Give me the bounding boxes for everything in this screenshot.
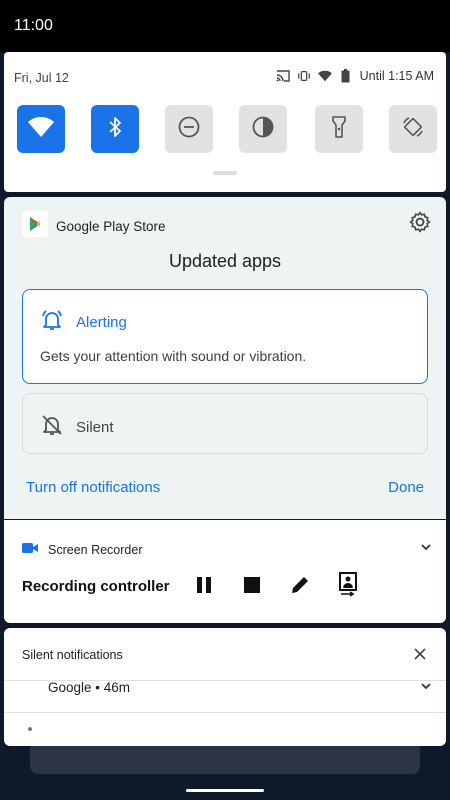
app-name: Google Play Store <box>56 219 166 234</box>
status-time: 11:00 <box>14 17 53 34</box>
channel-title: Updated apps <box>168 251 282 271</box>
dot-icon <box>28 727 32 731</box>
bell-off-icon <box>40 413 64 442</box>
alerting-option[interactable]: Alerting Gets your attention with sound … <box>22 289 428 384</box>
silent-label: Silent <box>76 419 114 436</box>
recorder-app-name: Screen Recorder <box>48 543 143 557</box>
tile-bluetooth[interactable] <box>91 105 139 153</box>
app-header: Google Play Store <box>22 211 166 242</box>
notification-channel-card: Google Play Store Updated apps Alerting … <box>4 197 446 519</box>
qs-status-icons: Until 1:15 AM <box>276 69 434 83</box>
bell-ringing-icon <box>40 308 64 337</box>
tile-flashlight[interactable] <box>315 105 363 153</box>
recorder-header: Screen Recorder <box>22 541 143 559</box>
cast-icon <box>276 69 290 83</box>
screen-share-icon <box>339 571 357 603</box>
recorder-actions <box>180 571 372 603</box>
quick-settings-tiles <box>17 105 437 153</box>
play-store-icon <box>22 211 48 242</box>
alerting-description: Gets your attention with sound or vibrat… <box>40 348 307 364</box>
done-button[interactable]: Done <box>388 479 424 496</box>
recorder-title: Recording controller <box>22 578 170 595</box>
silent-option[interactable]: Silent <box>22 393 428 454</box>
stop-button[interactable] <box>228 572 276 602</box>
tile-invert-colors[interactable] <box>239 105 287 153</box>
vibrate-icon <box>297 69 311 83</box>
silent-header: Silent <box>40 413 114 442</box>
status-bar: 11:00 <box>0 0 450 52</box>
alerting-label: Alerting <box>76 314 127 331</box>
turn-off-notifications-button[interactable]: Turn off notifications <box>26 479 160 496</box>
qs-drag-handle[interactable] <box>213 171 237 175</box>
quick-settings-panel: Fri, Jul 12 Until 1:15 AM <box>4 52 446 192</box>
screen-recorder-notification[interactable]: Screen Recorder Recording controller <box>4 520 446 623</box>
wifi-icon <box>28 116 54 142</box>
gesture-nav-handle[interactable] <box>186 789 264 792</box>
gear-icon[interactable] <box>408 210 432 239</box>
silent-notifications-card: Silent notifications Google • 46m <box>4 628 446 746</box>
screen-share-button[interactable] <box>324 571 372 603</box>
wifi-status-icon <box>317 69 332 83</box>
flashlight-icon <box>332 115 346 143</box>
battery-text: Until 1:15 AM <box>359 69 434 83</box>
alerting-header: Alerting <box>40 308 127 337</box>
pause-icon <box>195 576 213 599</box>
bluetooth-icon <box>108 116 122 143</box>
close-icon[interactable] <box>414 647 426 665</box>
auto-rotate-icon <box>402 116 424 143</box>
do-not-disturb-icon <box>178 116 200 143</box>
tile-wifi[interactable] <box>17 105 65 153</box>
divider <box>4 712 446 713</box>
edit-icon <box>289 574 311 601</box>
silent-notifications-header: Silent notifications <box>22 648 123 662</box>
pause-button[interactable] <box>180 572 228 602</box>
videocam-icon <box>22 541 38 559</box>
stop-icon <box>244 576 260 598</box>
tile-do-not-disturb[interactable] <box>165 105 213 153</box>
chevron-down-icon[interactable] <box>420 679 432 697</box>
chevron-down-icon[interactable] <box>420 540 432 558</box>
battery-icon <box>339 69 353 83</box>
qs-date[interactable]: Fri, Jul 12 <box>14 71 69 85</box>
background-widget <box>30 746 420 774</box>
silent-notification-item[interactable]: Google • 46m <box>48 680 130 695</box>
edit-button[interactable] <box>276 572 324 602</box>
invert-colors-icon <box>252 116 274 143</box>
tile-auto-rotate[interactable] <box>389 105 437 153</box>
